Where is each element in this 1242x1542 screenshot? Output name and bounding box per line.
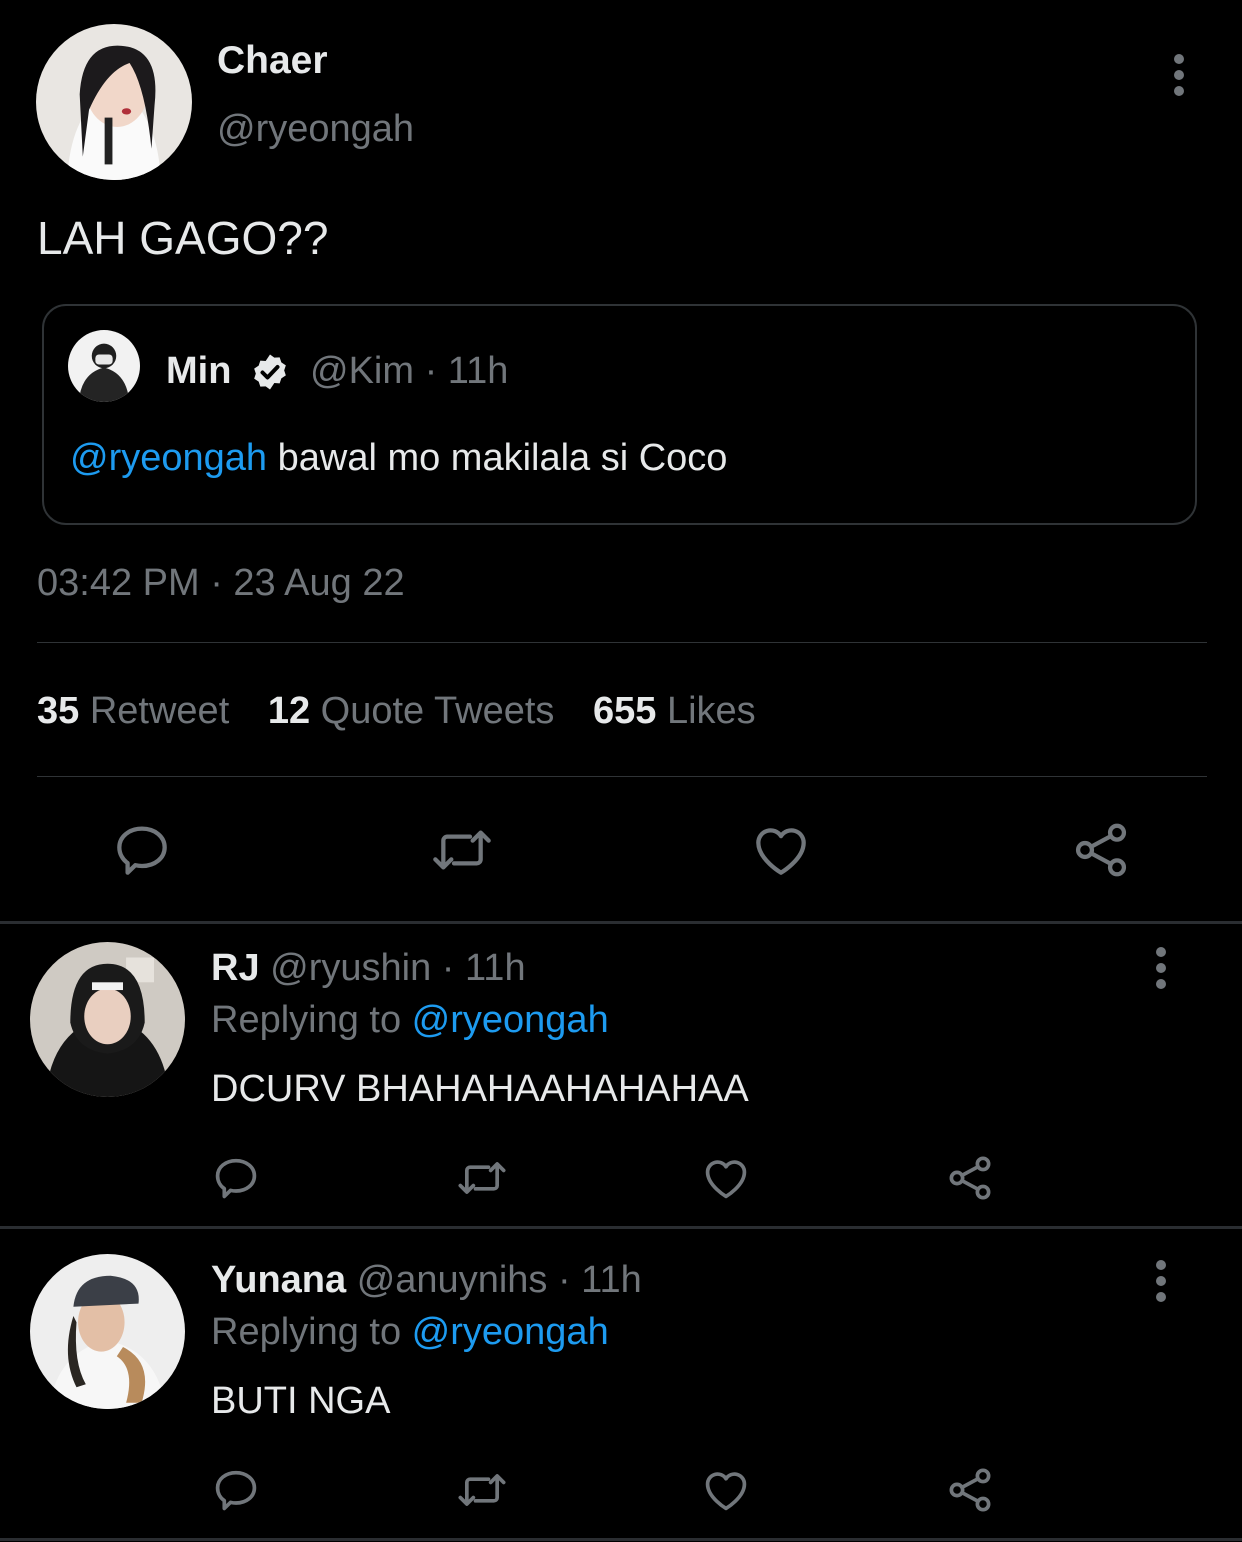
reply-button[interactable] — [210, 1152, 262, 1204]
more-vertical-icon — [1156, 947, 1166, 989]
share-button[interactable] — [1069, 818, 1133, 882]
like-button[interactable] — [699, 1152, 753, 1204]
share-icon — [949, 1156, 991, 1200]
tweet-stats: 35 Retweet 12 Quote Tweets 655 Likes — [37, 688, 756, 734]
divider — [37, 642, 1207, 643]
retweet-icon — [458, 1474, 506, 1506]
like-button[interactable] — [699, 1464, 753, 1516]
likes-count: 655 — [593, 690, 657, 732]
main-author-avatar[interactable] — [36, 24, 192, 180]
quoted-author-name[interactable]: Min — [166, 349, 231, 393]
more-vertical-icon — [1174, 54, 1184, 96]
reply-author-name[interactable]: RJ — [211, 947, 260, 989]
reply-text: BUTI NGA — [211, 1380, 391, 1422]
likes-stat[interactable]: 655 Likes — [593, 690, 756, 732]
like-icon — [705, 1160, 747, 1199]
like-icon — [705, 1472, 747, 1511]
reply-header: RJ @ryushin · 11h — [211, 945, 526, 991]
reply-button[interactable] — [110, 818, 174, 882]
quoted-author-meta: @Kim · 11h — [310, 349, 508, 393]
section-divider — [0, 1538, 1242, 1541]
share-icon — [1075, 823, 1127, 877]
quoted-author-handle[interactable]: @Kim — [310, 350, 414, 392]
quotes-count: 12 — [267, 690, 311, 732]
quotes-stat[interactable]: 12 Quote Tweets — [268, 690, 565, 732]
replying-to-line: Replying to @ryeongah — [211, 1309, 609, 1355]
quoted-tweet-text: @ryeongah bawal mo makilala si Coco — [70, 436, 727, 480]
quoted-body: bawal mo makilala si Coco — [267, 437, 728, 479]
retweets-stat[interactable]: 35 Retweet — [37, 690, 240, 732]
retweets-count: 35 — [37, 690, 80, 732]
replying-to-link[interactable]: @ryeongah — [412, 999, 609, 1041]
reply-icon — [215, 1470, 257, 1511]
main-timestamp[interactable]: 03:42 PM · 23 Aug 22 — [37, 560, 405, 606]
reply-author-name[interactable]: Yunana — [211, 1259, 346, 1301]
reply-text: DCURV BHAHAHAAHAHAHAA — [211, 1068, 749, 1110]
share-button[interactable] — [944, 1152, 996, 1204]
retweet-button[interactable] — [453, 1464, 511, 1516]
main-tweet-text: LAH GAGO?? — [37, 212, 329, 264]
reply-icon — [215, 1158, 257, 1199]
main-more-button[interactable] — [1159, 45, 1199, 105]
likes-label: Likes — [666, 690, 756, 732]
share-button[interactable] — [944, 1464, 996, 1516]
reply-button[interactable] — [210, 1464, 262, 1516]
reply-author-handle[interactable]: @anuynihs — [357, 1259, 548, 1301]
replying-to-label: Replying to — [211, 1311, 412, 1353]
reply-time[interactable]: · 11h — [558, 1259, 642, 1301]
reply-author-handle[interactable]: @ryushin — [270, 947, 431, 989]
like-icon — [756, 828, 806, 875]
reply-more-button[interactable] — [1141, 1251, 1181, 1311]
quoted-author-avatar[interactable] — [68, 330, 140, 402]
share-icon — [949, 1468, 991, 1512]
retweet-button[interactable] — [453, 1152, 511, 1204]
more-vertical-icon — [1156, 1260, 1166, 1302]
replying-to-label: Replying to — [211, 999, 412, 1041]
replying-to-line: Replying to @ryeongah — [211, 997, 609, 1043]
section-divider — [0, 921, 1242, 924]
quotes-label: Quote Tweets — [320, 690, 555, 732]
main-author-handle[interactable]: @ryeongah — [217, 106, 414, 152]
reply-icon — [117, 826, 167, 875]
reply-author-avatar[interactable] — [30, 942, 185, 1097]
main-author-name[interactable]: Chaer — [217, 38, 328, 84]
quoted-mention-link[interactable]: @ryeongah — [70, 437, 267, 479]
quoted-time[interactable]: · 11h — [425, 350, 509, 392]
retweets-label: Retweet — [89, 690, 230, 732]
divider — [37, 776, 1207, 777]
retweet-button[interactable] — [427, 818, 497, 882]
reply-more-button[interactable] — [1141, 938, 1181, 998]
retweet-icon — [433, 830, 491, 870]
reply-author-avatar[interactable] — [30, 1254, 185, 1409]
replying-to-link[interactable]: @ryeongah — [412, 1311, 609, 1353]
reply-header: Yunana @anuynihs · 11h — [211, 1257, 642, 1303]
retweet-icon — [458, 1162, 506, 1194]
quoted-tweet-card[interactable]: Min @Kim · 11h @ryeongah bawal mo makila… — [42, 304, 1197, 525]
reply-time[interactable]: · 11h — [442, 947, 526, 989]
like-button[interactable] — [748, 818, 814, 882]
section-divider — [0, 1226, 1242, 1229]
verified-badge-icon — [250, 352, 290, 392]
